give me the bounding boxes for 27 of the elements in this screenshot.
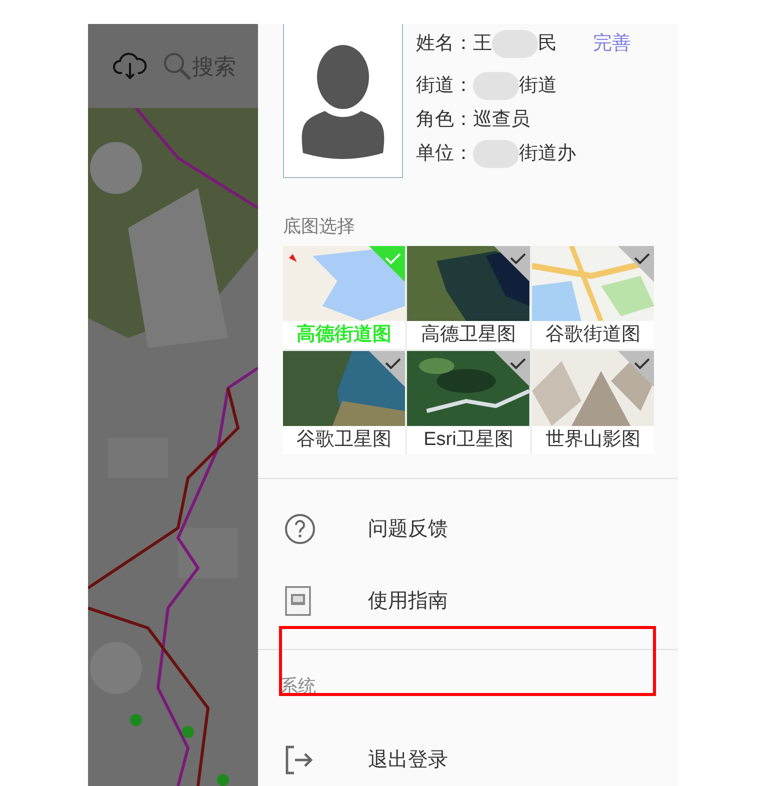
check-icon[interactable] <box>618 246 654 282</box>
field-label: 单位： <box>416 142 473 166</box>
menu-item[interactable]: 使用指南 <box>368 586 448 616</box>
menu-item[interactable]: 问题反馈 <box>368 514 448 544</box>
field-label: 姓名： <box>416 32 473 56</box>
cloud-download-icon[interactable] <box>112 51 148 81</box>
check-icon[interactable] <box>369 351 406 387</box>
field-value: 王 <box>473 32 492 56</box>
field-value: 街道办 <box>519 142 576 166</box>
menu-item[interactable]: 退出登录 <box>368 745 448 775</box>
redaction-blur <box>473 140 519 168</box>
field-value: 巡查员 <box>473 108 530 132</box>
complete-link[interactable]: 完善 <box>593 30 631 58</box>
picture-book-icon <box>284 585 312 617</box>
field-label: 街道： <box>416 74 473 98</box>
logout-icon <box>284 744 314 776</box>
section-title: 底图选择 <box>283 215 356 238</box>
redaction-blur <box>473 72 519 100</box>
check-icon[interactable] <box>369 246 406 282</box>
field-label: 角色： <box>416 108 473 132</box>
check-icon[interactable] <box>618 351 654 387</box>
redaction-blur <box>492 30 538 58</box>
help-icon <box>284 513 316 545</box>
field-value: 街道 <box>519 74 557 98</box>
field-value: 民 <box>538 32 557 56</box>
check-icon[interactable] <box>494 351 530 387</box>
check-icon[interactable] <box>494 246 530 282</box>
